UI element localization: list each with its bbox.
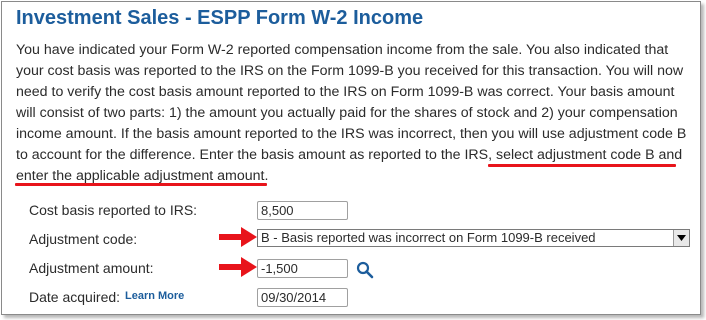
- page-title: Investment Sales - ESPP Form W-2 Income: [16, 7, 424, 29]
- cost-basis-input[interactable]: 8,500: [257, 201, 348, 220]
- dropdown-arrow-icon[interactable]: [673, 230, 689, 246]
- adjustment-code-selected: B - Basis reported was incorrect on Form…: [261, 230, 596, 245]
- annotation-underline-1: [488, 164, 676, 167]
- instructions-text: You have indicated your Form W-2 reporte…: [16, 42, 687, 163]
- learn-more-link[interactable]: Learn More: [125, 290, 184, 302]
- adjustment-code-select[interactable]: B - Basis reported was incorrect on Form…: [257, 229, 690, 247]
- adjustment-amount-input[interactable]: -1,500: [257, 259, 348, 278]
- date-acquired-input[interactable]: 09/30/2014: [257, 288, 348, 307]
- adjustment-code-label: Adjustment code:: [29, 231, 138, 247]
- magnifier-icon[interactable]: [356, 261, 374, 279]
- red-arrow-icon: [219, 227, 257, 247]
- adjustment-amount-label: Adjustment amount:: [29, 260, 154, 276]
- annotation-underline-2: [15, 183, 267, 186]
- red-arrow-icon: [219, 257, 257, 277]
- instructions-end: .: [264, 168, 269, 184]
- date-acquired-label: Date acquired:: [29, 289, 121, 305]
- cost-basis-label: Cost basis reported to IRS:: [29, 202, 198, 218]
